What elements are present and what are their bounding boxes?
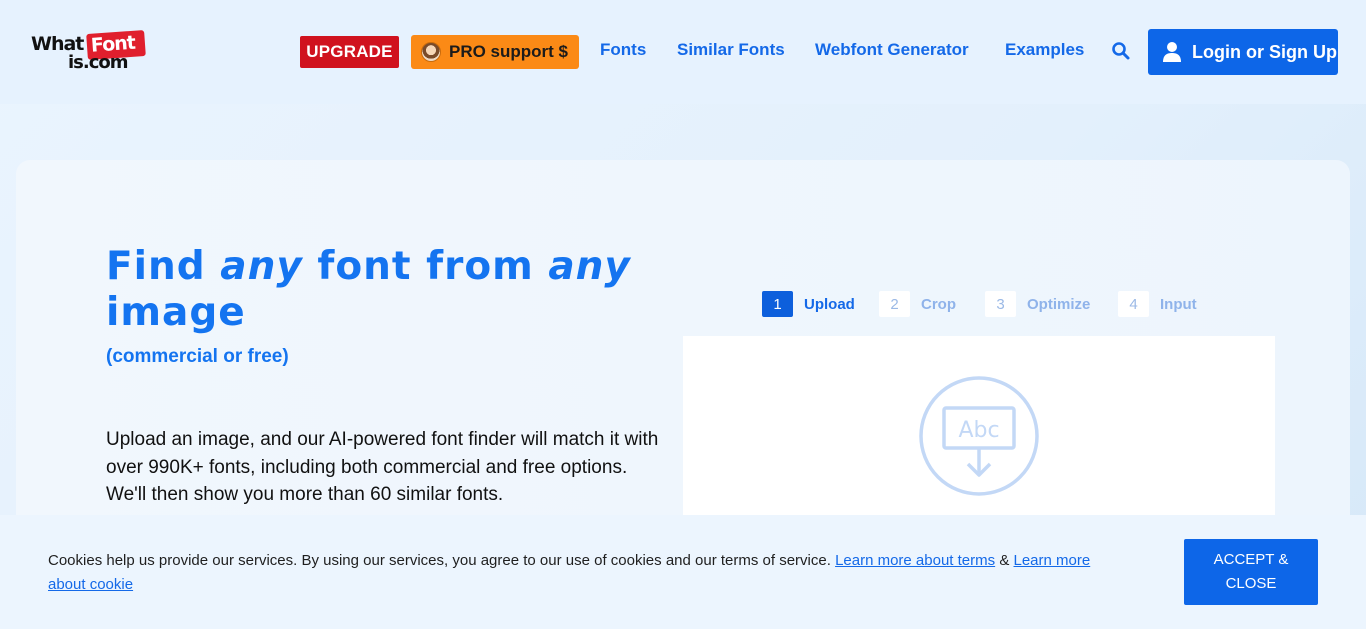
- login-signup-label: Login or Sign Up: [1192, 41, 1337, 62]
- title-any-1: any: [220, 244, 303, 289]
- pro-support-label: PRO support $: [449, 42, 569, 61]
- title-font-from: font from: [317, 244, 534, 289]
- step-number: 3: [985, 291, 1016, 317]
- support-avatar: [421, 42, 441, 62]
- step-optimize[interactable]: 3 Optimize: [985, 291, 1090, 317]
- step-label: Upload: [804, 295, 855, 313]
- upgrade-button[interactable]: UPGRADE: [300, 36, 399, 68]
- nav-webfont-generator[interactable]: Webfont Generator: [815, 40, 969, 60]
- step-input[interactable]: 4 Input: [1118, 291, 1197, 317]
- nav-examples[interactable]: Examples: [1005, 40, 1084, 60]
- whatfontis-logo[interactable]: What Font is.com: [31, 30, 146, 73]
- step-number: 4: [1118, 291, 1149, 317]
- nav-fonts[interactable]: Fonts: [600, 40, 646, 60]
- page-title: Find any font from any image: [106, 244, 666, 336]
- step-crop[interactable]: 2 Crop: [879, 291, 956, 317]
- user-icon: [1163, 42, 1181, 62]
- title-find: Find: [106, 244, 206, 289]
- cookie-banner: Cookies help us provide our services. By…: [0, 515, 1366, 629]
- step-label: Input: [1160, 295, 1197, 313]
- page-subtitle: (commercial or free): [106, 346, 289, 367]
- cookie-message: Cookies help us provide our services. By…: [48, 549, 1128, 597]
- step-label: Crop: [921, 295, 956, 313]
- hero-description: Upload an image, and our AI-powered font…: [106, 429, 659, 505]
- upload-icon-text: Abc: [958, 418, 999, 443]
- site-header: What Font is.com UPGRADE PRO support $ F…: [0, 0, 1366, 104]
- upload-dropzone[interactable]: Abc: [683, 336, 1275, 536]
- title-image: image: [106, 290, 246, 335]
- cookie-amp: &: [999, 552, 1010, 569]
- cookie-text: Cookies help us provide our services. By…: [48, 552, 831, 569]
- step-number: 1: [762, 291, 793, 317]
- step-upload[interactable]: 1 Upload: [762, 291, 855, 317]
- login-signup-button[interactable]: Login or Sign Up: [1148, 29, 1338, 75]
- step-label: Optimize: [1027, 295, 1091, 313]
- logo-iscom: is.com: [68, 52, 129, 73]
- nav-similar-fonts[interactable]: Similar Fonts: [677, 40, 785, 60]
- upload-image-icon[interactable]: Abc: [919, 376, 1039, 496]
- step-number: 2: [879, 291, 910, 317]
- title-any-2: any: [548, 244, 631, 289]
- search-icon[interactable]: [1111, 41, 1131, 61]
- accept-close-button[interactable]: ACCEPT & CLOSE: [1184, 539, 1318, 605]
- pro-support-button[interactable]: PRO support $: [411, 35, 579, 69]
- terms-link[interactable]: Learn more about terms: [835, 552, 995, 569]
